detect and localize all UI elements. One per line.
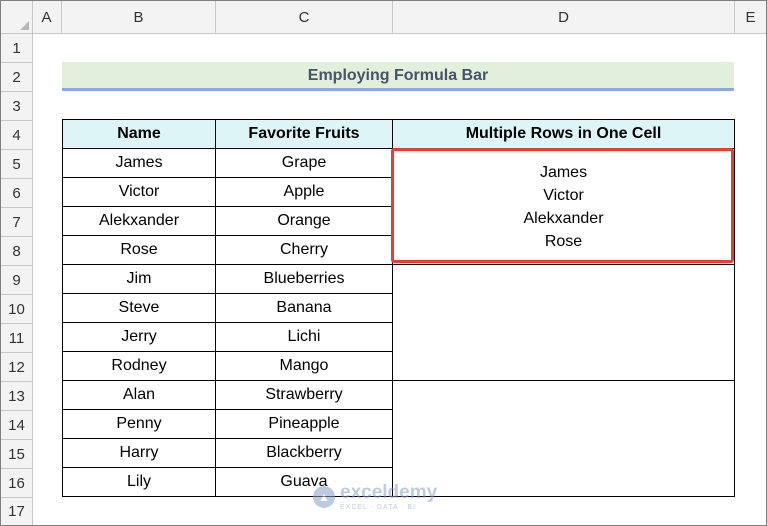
row-header-17[interactable]: 17	[1, 498, 32, 525]
name-cell[interactable]: James	[62, 148, 216, 178]
row-header-13[interactable]: 13	[1, 382, 32, 411]
row-header-4[interactable]: 4	[1, 121, 32, 150]
name-cell[interactable]: Jerry	[62, 322, 216, 352]
fruit-cell[interactable]: Cherry	[215, 235, 393, 265]
row-header-15[interactable]: 15	[1, 440, 32, 469]
watermark: ▲ exceldemy EXCEL · DATA · BI	[313, 479, 463, 515]
name-cell[interactable]: Alan	[62, 380, 216, 410]
select-all-triangle-icon	[20, 21, 29, 30]
fruit-cell[interactable]: Blackberry	[215, 438, 393, 468]
row-header-3[interactable]: 3	[1, 92, 32, 121]
watermark-tagline: EXCEL · DATA · BI	[340, 503, 416, 511]
row-header-12[interactable]: 12	[1, 353, 32, 382]
column-header-e[interactable]: E	[735, 1, 766, 33]
row-header-16[interactable]: 16	[1, 469, 32, 498]
fruit-cell[interactable]: Orange	[215, 206, 393, 236]
fruit-cell[interactable]: Pineapple	[215, 409, 393, 439]
sheet-title[interactable]: Employing Formula Bar	[62, 62, 734, 91]
row-header-6[interactable]: 6	[1, 179, 32, 208]
row-header-bar: 1 2 3 4 5 6 7 8 9 10 11 12 13 14 15 16 1…	[1, 34, 33, 525]
name-cell[interactable]: Penny	[62, 409, 216, 439]
row-header-8[interactable]: 8	[1, 237, 32, 266]
name-cell[interactable]: Jim	[62, 264, 216, 294]
fruit-cell[interactable]: Strawberry	[215, 380, 393, 410]
fruit-cell[interactable]: Apple	[215, 177, 393, 207]
fruit-cell[interactable]: Blueberries	[215, 264, 393, 294]
column-header-c[interactable]: C	[216, 1, 393, 33]
name-cell[interactable]: Victor	[62, 177, 216, 207]
row-header-10[interactable]: 10	[1, 295, 32, 324]
name-cell[interactable]: Lily	[62, 467, 216, 497]
name-cell[interactable]: Harry	[62, 438, 216, 468]
row-header-7[interactable]: 7	[1, 208, 32, 237]
row-header-14[interactable]: 14	[1, 411, 32, 440]
row-header-11[interactable]: 11	[1, 324, 32, 353]
fruit-cell[interactable]: Mango	[215, 351, 393, 381]
exceldemy-logo-icon: ▲	[313, 486, 335, 508]
name-cell[interactable]: Rodney	[62, 351, 216, 381]
header-multiple-rows[interactable]: Multiple Rows in One Cell	[392, 119, 735, 149]
column-header-b[interactable]: B	[62, 1, 216, 33]
row-header-1[interactable]: 1	[1, 34, 32, 63]
row-header-9[interactable]: 9	[1, 266, 32, 295]
watermark-brand: exceldemy	[340, 481, 438, 503]
fruit-cell[interactable]: Grape	[215, 148, 393, 178]
spreadsheet-grid: A B C D E 1 2 3 4 5 6 7 8 9 10 11 12 13 …	[0, 0, 767, 526]
header-favorite-fruits[interactable]: Favorite Fruits	[215, 119, 393, 149]
column-header-d[interactable]: D	[393, 1, 735, 33]
header-name[interactable]: Name	[62, 119, 216, 149]
row-header-2[interactable]: 2	[1, 63, 32, 92]
select-all-corner[interactable]	[1, 1, 33, 33]
highlight-outline	[391, 148, 734, 263]
fruit-cell[interactable]: Banana	[215, 293, 393, 323]
column-header-a[interactable]: A	[32, 1, 62, 33]
name-cell[interactable]: Rose	[62, 235, 216, 265]
empty-merged-cell[interactable]	[392, 264, 735, 381]
name-cell[interactable]: Alekxander	[62, 206, 216, 236]
name-cell[interactable]: Steve	[62, 293, 216, 323]
fruit-cell[interactable]: Lichi	[215, 322, 393, 352]
row-header-5[interactable]: 5	[1, 150, 32, 179]
